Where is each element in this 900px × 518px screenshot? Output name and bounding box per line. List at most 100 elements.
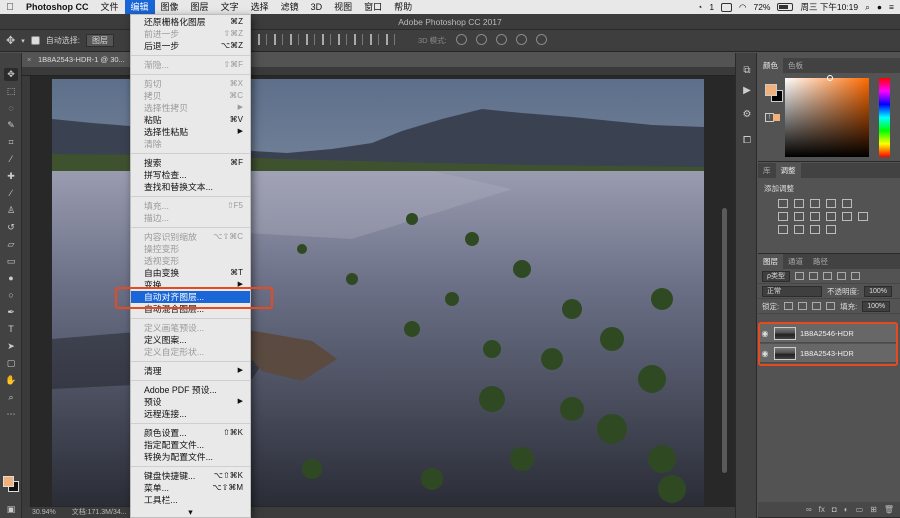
clone-stamp-tool-icon[interactable]: ♙ <box>4 204 18 217</box>
menu-scroll-down-icon[interactable]: ▾ <box>131 506 250 517</box>
saturation-brightness-field[interactable] <box>785 78 869 157</box>
align-vcenter-icon[interactable] <box>274 34 283 45</box>
hue-slider[interactable] <box>879 78 890 157</box>
hue-saturation-icon[interactable] <box>794 212 804 221</box>
notification-center-icon[interactable]: ≡ <box>889 2 894 12</box>
pen-tool-icon[interactable]: ✒ <box>4 306 18 319</box>
new-adjustment-icon[interactable]: ◐ <box>844 505 849 514</box>
gradient-triangle-icon[interactable] <box>842 199 852 208</box>
eyedropper-tool-icon[interactable]: ⁄ <box>4 153 18 166</box>
align-bottom-icon[interactable] <box>290 34 299 45</box>
brush-tool-icon[interactable]: ∕ <box>4 187 18 200</box>
quick-select-tool-icon[interactable]: ✎ <box>4 119 18 132</box>
new-group-icon[interactable]: ▭ <box>856 505 864 514</box>
menu-item[interactable]: 颜色设置... ⇧⌘K <box>131 427 250 439</box>
properties-panel-icon[interactable]: ⚙ <box>741 109 753 121</box>
menu-item[interactable]: 粘贴 ⌘V <box>131 114 250 126</box>
menubar-item[interactable]: 图层 <box>185 0 215 14</box>
history-brush-tool-icon[interactable]: ↺ <box>4 221 18 234</box>
document-tab[interactable]: × 1B8A2543-HDR-1 @ 30... <box>22 53 137 67</box>
marquee-tool-icon[interactable]: ⬚ <box>4 85 18 98</box>
lock-all-icon[interactable] <box>826 302 836 310</box>
menu-item[interactable]: 拼写检查... <box>131 169 250 181</box>
menu-item[interactable]: 后退一步 ⌥⌘Z <box>131 40 250 52</box>
healing-brush-tool-icon[interactable]: ✚ <box>4 170 18 183</box>
selective-color-icon[interactable] <box>826 225 836 234</box>
distribute-top-icon[interactable] <box>306 34 315 45</box>
opacity-input[interactable]: 100% <box>864 285 892 297</box>
blend-mode-select[interactable]: 正常 <box>762 285 822 297</box>
menu-item[interactable]: 自由变换 ⌘T <box>131 267 250 279</box>
notification-count[interactable]: 1 <box>709 2 714 12</box>
crop-tool-icon[interactable]: ⌗ <box>4 136 18 149</box>
screen-mode-icon[interactable]: ▣ <box>4 503 18 516</box>
lasso-tool-icon[interactable]: ◌ <box>4 102 18 115</box>
distribute-left-icon[interactable] <box>354 34 363 45</box>
zoom-level[interactable]: 30.94% <box>32 509 56 516</box>
tab-adjustments[interactable]: 调整 <box>775 163 801 178</box>
menu-item[interactable]: 指定配置文件... <box>131 439 250 451</box>
type-tool-icon[interactable]: T <box>4 323 18 336</box>
display-icon[interactable] <box>721 2 733 12</box>
filter-smart-object-icon[interactable] <box>850 272 860 280</box>
lock-transparent-icon[interactable] <box>784 302 794 310</box>
menu-item[interactable]: 搜索 ⌘F <box>131 157 250 169</box>
align-top-icon[interactable] <box>258 34 267 45</box>
menu-item[interactable]: 远程连接... <box>131 408 250 420</box>
move-tool-icon[interactable]: ✥ <box>4 68 18 81</box>
hand-tool-icon[interactable]: ✋ <box>4 374 18 387</box>
horizontal-ruler[interactable] <box>22 67 735 76</box>
menu-item[interactable]: 还原栅格化图层 ⌘Z <box>131 16 250 28</box>
siri-icon[interactable]: ● <box>877 2 882 12</box>
tab-swatches[interactable]: 色板 <box>783 58 808 73</box>
posterize-icon[interactable] <box>794 225 804 234</box>
auto-select-target-select[interactable]: 图层 <box>85 34 114 47</box>
gradient-tool-icon[interactable]: ▭ <box>4 255 18 268</box>
black-white-icon[interactable] <box>826 212 836 221</box>
new-layer-icon[interactable]: ⊞ <box>870 505 877 514</box>
menu-item[interactable]: 选择性粘贴 ▶ <box>131 126 250 138</box>
link-layers-icon[interactable]: ∞ <box>806 505 812 514</box>
menu-item[interactable]: 预设 ▶ <box>131 396 250 408</box>
edit-toolbar-icon[interactable]: ⋯ <box>4 408 18 421</box>
color-picker-marker[interactable] <box>827 75 833 81</box>
layer-style-icon[interactable]: fx <box>819 505 825 514</box>
menubar-item[interactable]: 文件 <box>95 0 125 14</box>
battery-icon[interactable] <box>777 3 794 11</box>
layer-kind-filter[interactable]: ρ类型 <box>762 270 790 282</box>
menu-item[interactable]: 菜单... ⌥⇧⌘M <box>131 482 250 494</box>
lock-position-icon[interactable] <box>812 302 822 310</box>
menubar-item[interactable]: 视图 <box>328 0 358 14</box>
distribute-hcenter-icon[interactable] <box>370 34 379 45</box>
tab-color[interactable]: 颜色 <box>758 58 783 73</box>
rotate-3d-icon[interactable] <box>456 34 467 45</box>
menu-item[interactable]: 清理 ▶ <box>131 365 250 377</box>
curves-icon[interactable] <box>810 199 820 208</box>
scale-3d-icon[interactable] <box>536 34 547 45</box>
filter-adjustment-icon[interactable] <box>808 272 818 280</box>
filter-type-icon[interactable] <box>822 272 832 280</box>
search-icon[interactable]: ⌕ <box>865 2 870 13</box>
fill-input[interactable]: 100% <box>862 300 891 312</box>
blur-tool-icon[interactable]: ● <box>4 272 18 285</box>
color-balance-icon[interactable] <box>810 212 820 221</box>
foreground-color-swatch[interactable] <box>3 476 14 487</box>
menubar-item[interactable]: 3D <box>305 0 329 14</box>
zoom-tool-icon[interactable]: ⌕ <box>4 391 18 404</box>
menubar-item[interactable]: Photoshop CC <box>20 0 95 14</box>
wifi-icon[interactable]: ◠ <box>739 2 746 13</box>
threshold-icon[interactable] <box>810 225 820 234</box>
menu-item[interactable]: 工具栏... <box>131 494 250 506</box>
menubar-item[interactable]: 编辑 <box>124 0 155 14</box>
tab-libraries[interactable]: 库 <box>758 163 776 178</box>
delete-layer-icon[interactable]: 🗑 <box>884 505 894 514</box>
menu-item[interactable]: Adobe PDF 预设... <box>131 384 250 396</box>
photo-filter-icon[interactable] <box>842 212 852 221</box>
close-tab-icon[interactable]: × <box>27 53 31 67</box>
menu-item[interactable]: 转换为配置文件... <box>131 451 250 463</box>
distribute-vcenter-icon[interactable] <box>322 34 331 45</box>
tab-layers[interactable]: 图层 <box>758 254 783 269</box>
rectangle-tool-icon[interactable]: ▢ <box>4 357 18 370</box>
lock-pixels-icon[interactable] <box>798 302 808 310</box>
history-panel-icon[interactable]: ⧉ <box>741 65 753 77</box>
